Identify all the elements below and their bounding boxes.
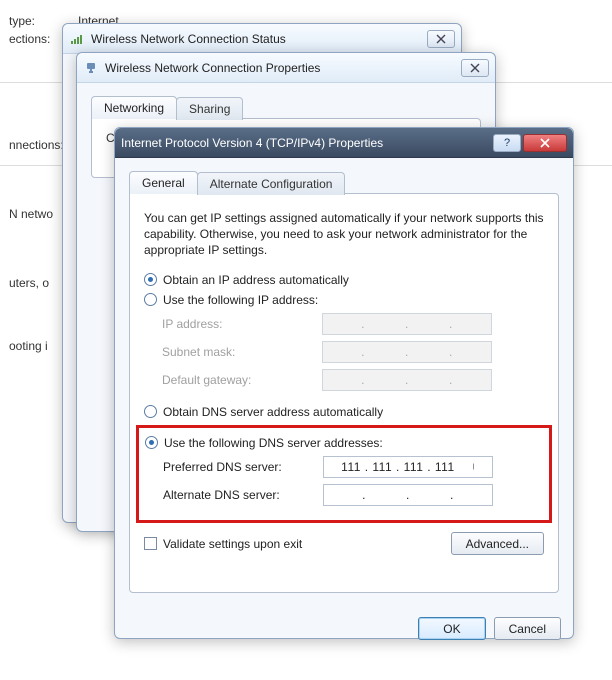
bg-routers: uters, o (9, 276, 49, 290)
bg-booting: ooting i (9, 339, 48, 353)
wifi-icon (69, 31, 85, 47)
title-status: Wireless Network Connection Status (91, 32, 421, 46)
cancel-button[interactable]: Cancel (494, 617, 561, 640)
window-ipv4-props: Internet Protocol Version 4 (TCP/IPv4) P… (114, 127, 574, 639)
label-subnet: Subnet mask: (162, 345, 322, 359)
field-preferred-dns: Preferred DNS server: 111 . 111 . 111 . … (163, 456, 543, 478)
titlebar-ipv4[interactable]: Internet Protocol Version 4 (TCP/IPv4) P… (115, 128, 573, 158)
checkbox-label: Validate settings upon exit (163, 537, 302, 551)
value-preferred-dns: 111 . 111 . 111 . 111 (341, 460, 454, 474)
close-button[interactable] (523, 134, 567, 152)
radio-label: Obtain an IP address automatically (163, 273, 349, 287)
title-ipv4: Internet Protocol Version 4 (TCP/IPv4) P… (121, 136, 487, 150)
input-gateway: ... (322, 369, 492, 391)
label-gateway: Default gateway: (162, 373, 322, 387)
bg-type-label: type: (9, 14, 35, 28)
tab-sharing[interactable]: Sharing (176, 97, 243, 120)
titlebar-conn-props[interactable]: Wireless Network Connection Properties (77, 53, 495, 83)
radio-icon (145, 436, 158, 449)
checkbox-icon (144, 537, 157, 550)
tab-networking[interactable]: Networking (91, 96, 177, 119)
help-button[interactable]: ? (493, 134, 521, 152)
ok-button[interactable]: OK (418, 617, 485, 640)
radio-icon (144, 405, 157, 418)
bg-connections2: nnections: (9, 138, 64, 152)
close-button[interactable] (461, 59, 489, 77)
tabpanel-general: You can get IP settings assigned automat… (129, 193, 559, 593)
field-alternate-dns: Alternate DNS server: ... (163, 484, 543, 506)
bg-ections: ections: (9, 32, 50, 46)
field-subnet: Subnet mask: ... (162, 341, 544, 363)
label-ip-address: IP address: (162, 317, 322, 331)
input-subnet: ... (322, 341, 492, 363)
radio-icon (144, 273, 157, 286)
bg-network: N netwo (9, 207, 53, 221)
field-ip-address: IP address: ... (162, 313, 544, 335)
radio-label: Use the following IP address: (163, 293, 318, 307)
titlebar-status[interactable]: Wireless Network Connection Status (63, 24, 461, 54)
field-gateway: Default gateway: ... (162, 369, 544, 391)
text-caret: | (473, 461, 475, 473)
client-ipv4: General Alternate Configuration You can … (115, 158, 573, 607)
intro-text: You can get IP settings assigned automat… (144, 210, 544, 259)
input-ip-address: ... (322, 313, 492, 335)
advanced-button[interactable]: Advanced... (451, 532, 544, 555)
radio-dns-auto[interactable]: Obtain DNS server address automatically (144, 405, 544, 419)
radio-ip-auto[interactable]: Obtain an IP address automatically (144, 273, 544, 287)
radio-label: Obtain DNS server address automatically (163, 405, 383, 419)
radio-dns-manual[interactable]: Use the following DNS server addresses: (145, 436, 543, 450)
checkbox-validate[interactable]: Validate settings upon exit (144, 537, 302, 551)
tab-general[interactable]: General (129, 171, 198, 194)
dialog-footer: OK Cancel (115, 607, 573, 652)
tab-alternate[interactable]: Alternate Configuration (197, 172, 346, 195)
close-button[interactable] (427, 30, 455, 48)
network-icon (83, 60, 99, 76)
radio-label: Use the following DNS server addresses: (164, 436, 383, 450)
dns-highlight-box: Use the following DNS server addresses: … (136, 425, 552, 523)
label-alternate-dns: Alternate DNS server: (163, 488, 323, 502)
label-preferred-dns: Preferred DNS server: (163, 460, 323, 474)
input-preferred-dns[interactable]: 111 . 111 . 111 . 111 | (323, 456, 493, 478)
radio-ip-manual[interactable]: Use the following IP address: (144, 293, 544, 307)
title-conn-props: Wireless Network Connection Properties (105, 61, 455, 75)
radio-icon (144, 293, 157, 306)
input-alternate-dns[interactable]: ... (323, 484, 493, 506)
